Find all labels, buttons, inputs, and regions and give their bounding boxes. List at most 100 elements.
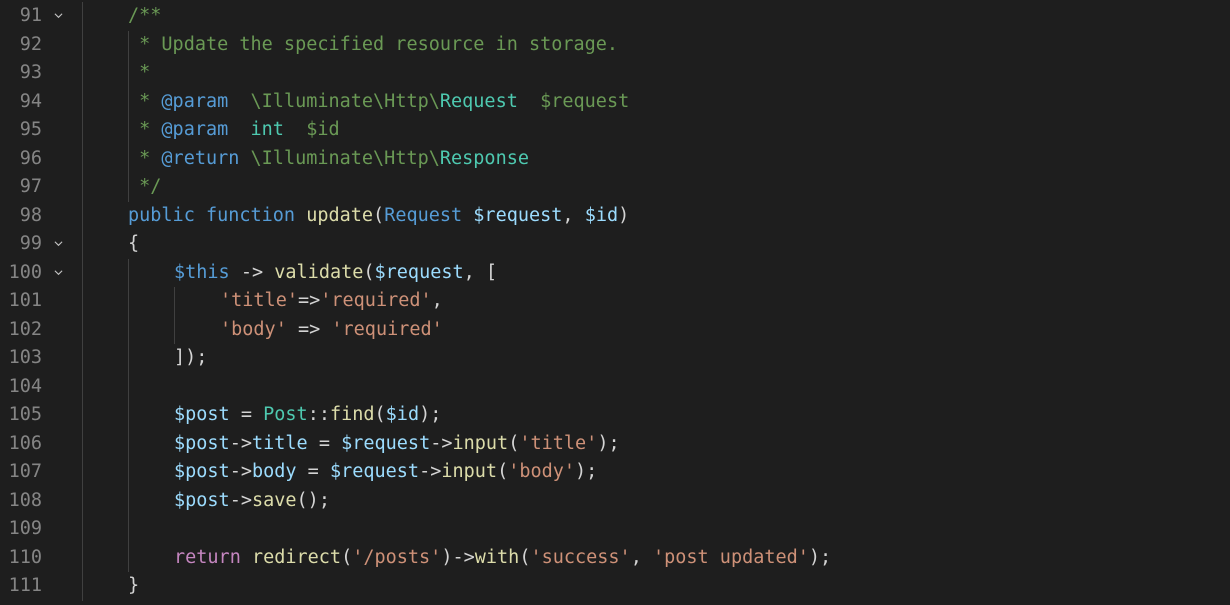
code-token: int xyxy=(250,119,284,140)
code-line[interactable]: 93 * xyxy=(0,59,1230,87)
code-token: , xyxy=(431,290,443,311)
code-line[interactable]: 101 'title'=>'required', xyxy=(0,287,1230,315)
code-token: , xyxy=(630,546,653,568)
code-token: find xyxy=(329,404,375,425)
code-token: @param xyxy=(161,119,229,140)
code-line[interactable]: 97 */ xyxy=(0,173,1230,201)
code-token: * xyxy=(128,90,162,112)
line-number: 105 xyxy=(8,404,42,425)
code-token: \Illuminate\Http\ xyxy=(239,147,440,169)
code-token: ); xyxy=(575,461,598,482)
line-number: 110 xyxy=(8,546,42,568)
code-text: $post = Post::find($id); xyxy=(174,401,441,429)
code-token: * xyxy=(128,62,151,83)
code-token: title xyxy=(251,432,308,454)
code-token: with xyxy=(474,546,520,568)
code-token: 'title' xyxy=(220,290,298,311)
line-number: 111 xyxy=(8,575,42,596)
code-token: $post xyxy=(174,461,230,482)
code-token: redirect xyxy=(251,546,342,568)
code-line[interactable]: 92 * Update the specified resource in st… xyxy=(0,31,1230,59)
indent-guide xyxy=(128,30,129,202)
code-token: 'title' xyxy=(519,432,598,454)
code-line[interactable]: 98 public function update(Request $reques… xyxy=(0,202,1230,230)
indent-guide xyxy=(128,258,129,572)
code-token: -> xyxy=(229,432,252,454)
code-text: * @return \Illuminate\Http\Response xyxy=(128,145,529,173)
code-token: ]); xyxy=(174,347,208,368)
code-text: } xyxy=(128,572,139,600)
code-text: $post->save(); xyxy=(174,487,330,515)
code-line[interactable]: 109 xyxy=(0,515,1230,543)
code-text: * Update the specified resource in stora… xyxy=(128,31,618,59)
indent-guide xyxy=(82,2,83,601)
code-line[interactable]: 102 'body' => 'required' xyxy=(0,316,1230,344)
code-token: 'body' xyxy=(508,461,576,482)
code-token: $request xyxy=(341,432,431,454)
code-token: )-> xyxy=(441,546,475,568)
code-text: { xyxy=(128,230,139,258)
code-token: => xyxy=(286,318,332,340)
code-token: ); xyxy=(419,404,442,425)
code-text: 'title'=>'required', xyxy=(220,287,443,315)
chevron-down-icon[interactable] xyxy=(54,11,63,20)
code-token: $this xyxy=(174,261,230,283)
code-editor[interactable]: 91 /** 92 * Update the specified resource … xyxy=(0,0,1230,605)
code-token: $post xyxy=(174,404,230,425)
code-text: 'body' => 'required' xyxy=(220,316,443,344)
code-line[interactable]: 96 * @return \Illuminate\Http\Response xyxy=(0,145,1230,173)
code-line[interactable]: 110 return redirect('/posts')->with('succ… xyxy=(0,544,1230,572)
code-token: $id xyxy=(283,119,340,140)
code-text: public function update(Request $request,… xyxy=(128,202,629,230)
code-token: ( xyxy=(374,404,386,425)
code-line[interactable]: 106 $post->title = $request->input('title… xyxy=(0,430,1230,458)
line-number: 97 xyxy=(19,176,42,197)
line-number: 109 xyxy=(8,518,42,539)
code-line[interactable]: 107 $post->body = $request->input('body')… xyxy=(0,458,1230,486)
chevron-down-icon[interactable] xyxy=(54,268,63,277)
code-line[interactable]: 105 $post = Post::find($id); xyxy=(0,401,1230,429)
code-token: 'body' xyxy=(220,318,287,340)
code-line[interactable]: 111} xyxy=(0,572,1230,600)
code-token: (); xyxy=(296,489,330,511)
code-line[interactable]: 95 * @param int $id xyxy=(0,116,1230,144)
code-token: $id xyxy=(385,404,420,425)
code-token: -> xyxy=(229,489,252,511)
code-token: @param xyxy=(161,90,229,112)
code-line[interactable]: 100 $this -> validate($request, [ xyxy=(0,259,1230,287)
code-line[interactable]: 103]); xyxy=(0,344,1230,372)
code-token: * xyxy=(128,119,162,140)
code-token: ( xyxy=(363,261,375,283)
code-token: \Illuminate\Http\ xyxy=(228,90,440,112)
code-line[interactable]: 94 * @param \Illuminate\Http\Request $re… xyxy=(0,88,1230,116)
code-token: @return xyxy=(161,147,240,169)
code-line[interactable]: 108 $post->save(); xyxy=(0,487,1230,515)
code-token: '/posts' xyxy=(352,546,442,568)
code-text: */ xyxy=(128,173,161,201)
line-number: 92 xyxy=(19,33,42,55)
code-token: $request xyxy=(329,461,420,482)
code-line[interactable]: 91 /** xyxy=(0,2,1230,30)
code-token: Post xyxy=(263,404,308,425)
code-token: input xyxy=(441,461,498,482)
code-token: return xyxy=(174,546,241,568)
code-token: function xyxy=(205,204,296,226)
code-token: ( xyxy=(373,204,385,226)
chevron-down-icon[interactable] xyxy=(54,239,63,248)
code-token: /** xyxy=(128,5,162,26)
code-line[interactable]: 104 xyxy=(0,373,1230,401)
line-number: 106 xyxy=(8,432,42,454)
line-number: 94 xyxy=(19,90,42,112)
code-token: = xyxy=(307,432,342,454)
code-line[interactable]: 99 { xyxy=(0,230,1230,258)
code-token: , [ xyxy=(463,261,498,283)
line-number: 96 xyxy=(19,147,42,169)
code-text: $post->title = $request->input('title'); xyxy=(174,430,620,458)
code-token: 'post updated' xyxy=(652,546,809,568)
indent-guide xyxy=(174,287,175,344)
code-token: 'required' xyxy=(331,318,443,340)
line-number: 100 xyxy=(8,261,42,283)
code-token: Request xyxy=(384,204,463,226)
